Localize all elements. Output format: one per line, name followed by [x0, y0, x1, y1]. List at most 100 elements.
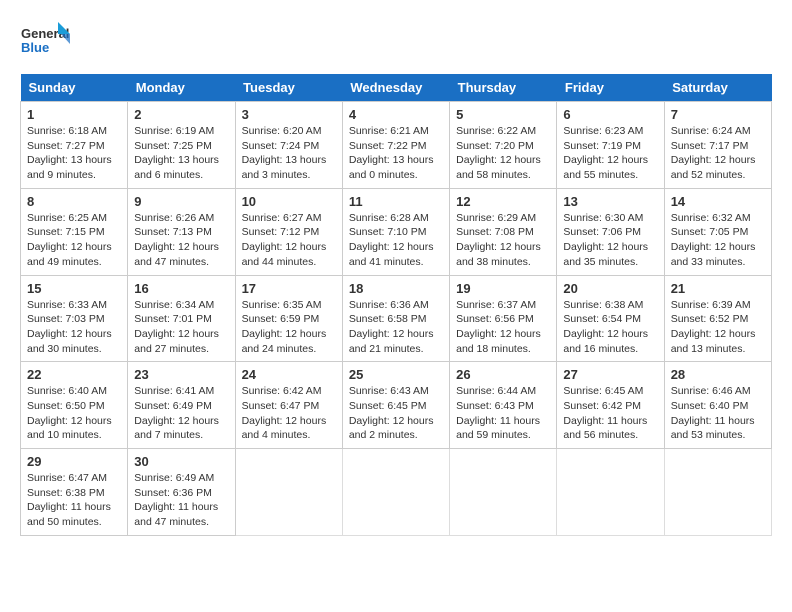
day-info: Sunrise: 6:33 AM Sunset: 7:03 PM Dayligh…: [27, 298, 121, 357]
weekday-header-thursday: Thursday: [450, 74, 557, 102]
day-number: 17: [242, 281, 336, 296]
calendar-day-18: 18 Sunrise: 6:36 AM Sunset: 6:58 PM Dayl…: [342, 275, 449, 362]
calendar-day-8: 8 Sunrise: 6:25 AM Sunset: 7:15 PM Dayli…: [21, 188, 128, 275]
day-info: Sunrise: 6:30 AM Sunset: 7:06 PM Dayligh…: [563, 211, 657, 270]
empty-cell: [450, 449, 557, 536]
weekday-header-tuesday: Tuesday: [235, 74, 342, 102]
day-number: 21: [671, 281, 765, 296]
day-number: 19: [456, 281, 550, 296]
day-info: Sunrise: 6:45 AM Sunset: 6:42 PM Dayligh…: [563, 384, 657, 443]
calendar-day-10: 10 Sunrise: 6:27 AM Sunset: 7:12 PM Dayl…: [235, 188, 342, 275]
empty-cell: [235, 449, 342, 536]
weekday-header-friday: Friday: [557, 74, 664, 102]
day-info: Sunrise: 6:24 AM Sunset: 7:17 PM Dayligh…: [671, 124, 765, 183]
day-info: Sunrise: 6:39 AM Sunset: 6:52 PM Dayligh…: [671, 298, 765, 357]
empty-cell: [557, 449, 664, 536]
calendar-day-14: 14 Sunrise: 6:32 AM Sunset: 7:05 PM Dayl…: [664, 188, 771, 275]
day-number: 5: [456, 107, 550, 122]
day-number: 22: [27, 367, 121, 382]
day-info: Sunrise: 6:44 AM Sunset: 6:43 PM Dayligh…: [456, 384, 550, 443]
day-info: Sunrise: 6:40 AM Sunset: 6:50 PM Dayligh…: [27, 384, 121, 443]
week-row-2: 8 Sunrise: 6:25 AM Sunset: 7:15 PM Dayli…: [21, 188, 772, 275]
calendar-day-17: 17 Sunrise: 6:35 AM Sunset: 6:59 PM Dayl…: [235, 275, 342, 362]
day-number: 8: [27, 194, 121, 209]
page-header: General Blue: [20, 20, 772, 64]
day-number: 11: [349, 194, 443, 209]
calendar-day-6: 6 Sunrise: 6:23 AM Sunset: 7:19 PM Dayli…: [557, 102, 664, 189]
day-number: 28: [671, 367, 765, 382]
calendar-day-28: 28 Sunrise: 6:46 AM Sunset: 6:40 PM Dayl…: [664, 362, 771, 449]
day-info: Sunrise: 6:26 AM Sunset: 7:13 PM Dayligh…: [134, 211, 228, 270]
day-info: Sunrise: 6:27 AM Sunset: 7:12 PM Dayligh…: [242, 211, 336, 270]
day-number: 27: [563, 367, 657, 382]
weekday-header-monday: Monday: [128, 74, 235, 102]
week-row-4: 22 Sunrise: 6:40 AM Sunset: 6:50 PM Dayl…: [21, 362, 772, 449]
day-info: Sunrise: 6:37 AM Sunset: 6:56 PM Dayligh…: [456, 298, 550, 357]
day-info: Sunrise: 6:23 AM Sunset: 7:19 PM Dayligh…: [563, 124, 657, 183]
calendar-day-12: 12 Sunrise: 6:29 AM Sunset: 7:08 PM Dayl…: [450, 188, 557, 275]
day-number: 23: [134, 367, 228, 382]
svg-text:Blue: Blue: [21, 40, 49, 55]
calendar-day-5: 5 Sunrise: 6:22 AM Sunset: 7:20 PM Dayli…: [450, 102, 557, 189]
logo: General Blue: [20, 20, 70, 64]
weekday-header-saturday: Saturday: [664, 74, 771, 102]
calendar-day-24: 24 Sunrise: 6:42 AM Sunset: 6:47 PM Dayl…: [235, 362, 342, 449]
calendar-day-4: 4 Sunrise: 6:21 AM Sunset: 7:22 PM Dayli…: [342, 102, 449, 189]
week-row-5: 29 Sunrise: 6:47 AM Sunset: 6:38 PM Dayl…: [21, 449, 772, 536]
day-info: Sunrise: 6:49 AM Sunset: 6:36 PM Dayligh…: [134, 471, 228, 530]
day-info: Sunrise: 6:22 AM Sunset: 7:20 PM Dayligh…: [456, 124, 550, 183]
day-info: Sunrise: 6:42 AM Sunset: 6:47 PM Dayligh…: [242, 384, 336, 443]
empty-cell: [342, 449, 449, 536]
day-number: 7: [671, 107, 765, 122]
day-info: Sunrise: 6:18 AM Sunset: 7:27 PM Dayligh…: [27, 124, 121, 183]
day-info: Sunrise: 6:28 AM Sunset: 7:10 PM Dayligh…: [349, 211, 443, 270]
day-number: 13: [563, 194, 657, 209]
weekday-header-sunday: Sunday: [21, 74, 128, 102]
calendar-day-20: 20 Sunrise: 6:38 AM Sunset: 6:54 PM Dayl…: [557, 275, 664, 362]
logo-svg: General Blue: [20, 20, 70, 64]
day-number: 18: [349, 281, 443, 296]
day-number: 4: [349, 107, 443, 122]
day-info: Sunrise: 6:25 AM Sunset: 7:15 PM Dayligh…: [27, 211, 121, 270]
day-number: 14: [671, 194, 765, 209]
day-number: 2: [134, 107, 228, 122]
empty-cell: [664, 449, 771, 536]
day-number: 29: [27, 454, 121, 469]
day-number: 16: [134, 281, 228, 296]
day-number: 30: [134, 454, 228, 469]
calendar-day-29: 29 Sunrise: 6:47 AM Sunset: 6:38 PM Dayl…: [21, 449, 128, 536]
day-info: Sunrise: 6:29 AM Sunset: 7:08 PM Dayligh…: [456, 211, 550, 270]
calendar-day-27: 27 Sunrise: 6:45 AM Sunset: 6:42 PM Dayl…: [557, 362, 664, 449]
day-number: 3: [242, 107, 336, 122]
weekday-header-row: SundayMondayTuesdayWednesdayThursdayFrid…: [21, 74, 772, 102]
day-info: Sunrise: 6:35 AM Sunset: 6:59 PM Dayligh…: [242, 298, 336, 357]
day-info: Sunrise: 6:19 AM Sunset: 7:25 PM Dayligh…: [134, 124, 228, 183]
calendar-day-7: 7 Sunrise: 6:24 AM Sunset: 7:17 PM Dayli…: [664, 102, 771, 189]
day-number: 24: [242, 367, 336, 382]
day-number: 15: [27, 281, 121, 296]
calendar-day-2: 2 Sunrise: 6:19 AM Sunset: 7:25 PM Dayli…: [128, 102, 235, 189]
calendar-day-1: 1 Sunrise: 6:18 AM Sunset: 7:27 PM Dayli…: [21, 102, 128, 189]
calendar-day-9: 9 Sunrise: 6:26 AM Sunset: 7:13 PM Dayli…: [128, 188, 235, 275]
day-info: Sunrise: 6:34 AM Sunset: 7:01 PM Dayligh…: [134, 298, 228, 357]
weekday-header-wednesday: Wednesday: [342, 74, 449, 102]
day-number: 1: [27, 107, 121, 122]
calendar-day-15: 15 Sunrise: 6:33 AM Sunset: 7:03 PM Dayl…: [21, 275, 128, 362]
day-info: Sunrise: 6:20 AM Sunset: 7:24 PM Dayligh…: [242, 124, 336, 183]
day-info: Sunrise: 6:46 AM Sunset: 6:40 PM Dayligh…: [671, 384, 765, 443]
calendar-day-21: 21 Sunrise: 6:39 AM Sunset: 6:52 PM Dayl…: [664, 275, 771, 362]
week-row-1: 1 Sunrise: 6:18 AM Sunset: 7:27 PM Dayli…: [21, 102, 772, 189]
calendar-day-25: 25 Sunrise: 6:43 AM Sunset: 6:45 PM Dayl…: [342, 362, 449, 449]
day-info: Sunrise: 6:47 AM Sunset: 6:38 PM Dayligh…: [27, 471, 121, 530]
calendar-day-11: 11 Sunrise: 6:28 AM Sunset: 7:10 PM Dayl…: [342, 188, 449, 275]
day-number: 26: [456, 367, 550, 382]
calendar-day-26: 26 Sunrise: 6:44 AM Sunset: 6:43 PM Dayl…: [450, 362, 557, 449]
day-number: 10: [242, 194, 336, 209]
day-number: 25: [349, 367, 443, 382]
day-info: Sunrise: 6:36 AM Sunset: 6:58 PM Dayligh…: [349, 298, 443, 357]
day-info: Sunrise: 6:32 AM Sunset: 7:05 PM Dayligh…: [671, 211, 765, 270]
day-number: 12: [456, 194, 550, 209]
calendar-day-16: 16 Sunrise: 6:34 AM Sunset: 7:01 PM Dayl…: [128, 275, 235, 362]
day-info: Sunrise: 6:38 AM Sunset: 6:54 PM Dayligh…: [563, 298, 657, 357]
day-number: 6: [563, 107, 657, 122]
